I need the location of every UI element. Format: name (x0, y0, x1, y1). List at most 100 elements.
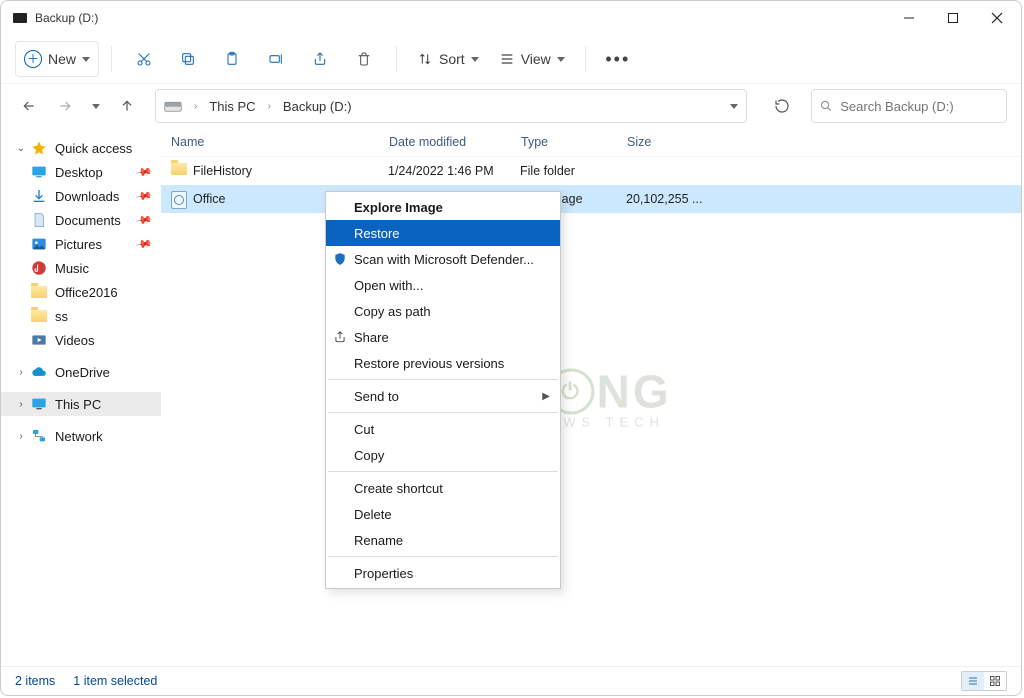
breadcrumb-backup-d[interactable]: Backup (D:) (283, 99, 352, 114)
spacer (1, 352, 161, 360)
address-bar[interactable]: › This PC › Backup (D:) (155, 89, 747, 123)
view-list-icon (499, 51, 515, 67)
ctx-create-shortcut[interactable]: Create shortcut (326, 475, 560, 501)
ctx-send-to[interactable]: Send to ▶ (326, 383, 560, 409)
sidebar-onedrive[interactable]: › OneDrive (1, 360, 161, 384)
view-button[interactable]: View (491, 42, 573, 76)
new-button[interactable]: ＋ New (15, 41, 99, 77)
sidebar-label: Office2016 (55, 285, 118, 300)
file-rows: FileHistory 1/24/2022 1:46 PM File folde… (161, 157, 1021, 213)
expander-icon[interactable]: ⌄ (15, 143, 27, 154)
search-box[interactable] (811, 89, 1007, 123)
sidebar-desktop[interactable]: Desktop 📌 (1, 160, 161, 184)
plus-icon: ＋ (24, 50, 42, 68)
share-icon (312, 51, 328, 67)
sidebar-ss[interactable]: ss (1, 304, 161, 328)
ctx-scan-defender[interactable]: Scan with Microsoft Defender... (326, 246, 560, 272)
col-type[interactable]: Type (521, 135, 627, 149)
grid-view-icon (989, 675, 1001, 687)
navigation-pane[interactable]: ⌄ Quick access Desktop 📌 Downloads 📌 Doc… (1, 128, 161, 666)
menu-separator (328, 379, 558, 380)
app-icon (13, 13, 27, 23)
scissors-icon (136, 51, 152, 67)
expander-icon[interactable]: › (15, 367, 27, 378)
sidebar-music[interactable]: Music (1, 256, 161, 280)
ctx-restore-previous[interactable]: Restore previous versions (326, 350, 560, 376)
separator (585, 46, 586, 72)
refresh-button[interactable] (767, 91, 797, 121)
spacer (1, 416, 161, 424)
star-icon (31, 140, 47, 156)
sidebar-videos[interactable]: Videos (1, 328, 161, 352)
delete-button[interactable] (344, 42, 384, 76)
recent-locations-button[interactable] (87, 92, 105, 120)
ctx-explore-image[interactable]: Explore Image (326, 194, 560, 220)
ctx-restore[interactable]: Restore (326, 220, 560, 246)
folder-icon (171, 163, 187, 179)
file-type: File folder (520, 164, 626, 178)
file-row[interactable]: FileHistory 1/24/2022 1:46 PM File folde… (161, 157, 1021, 185)
maximize-button[interactable] (931, 1, 975, 35)
expander-icon[interactable]: › (15, 431, 27, 442)
paste-button[interactable] (212, 42, 252, 76)
share-button[interactable] (300, 42, 340, 76)
submenu-arrow-icon: ▶ (542, 391, 550, 402)
sort-button[interactable]: Sort (409, 42, 487, 76)
ctx-delete[interactable]: Delete (326, 501, 560, 527)
body: ⌄ Quick access Desktop 📌 Downloads 📌 Doc… (1, 128, 1021, 666)
sidebar-network[interactable]: › Network (1, 424, 161, 448)
ctx-copy-as-path[interactable]: Copy as path (326, 298, 560, 324)
expander-icon[interactable]: › (15, 399, 27, 410)
sidebar-this-pc[interactable]: › This PC (1, 392, 161, 416)
sidebar-office2016[interactable]: Office2016 (1, 280, 161, 304)
details-view-button[interactable] (962, 672, 984, 690)
title-bar: Backup (D:) (1, 1, 1021, 35)
search-input[interactable] (838, 98, 998, 115)
forward-button[interactable] (51, 92, 79, 120)
window-controls (887, 1, 1019, 35)
file-explorer-window: Backup (D:) ＋ New (0, 0, 1022, 696)
watermark-text: NG (597, 365, 672, 419)
context-menu: Explore Image Restore Scan with Microsof… (325, 191, 561, 589)
breadcrumb-separator: › (268, 101, 271, 112)
ctx-rename[interactable]: Rename (326, 527, 560, 553)
sidebar-documents[interactable]: Documents 📌 (1, 208, 161, 232)
sidebar-label: Desktop (55, 165, 103, 180)
close-button[interactable] (975, 1, 1019, 35)
new-label: New (48, 51, 76, 67)
more-button[interactable]: ••• (598, 42, 638, 76)
chevron-down-icon[interactable] (730, 104, 738, 109)
sidebar-downloads[interactable]: Downloads 📌 (1, 184, 161, 208)
status-bar: 2 items 1 item selected (1, 666, 1021, 695)
cut-button[interactable] (124, 42, 164, 76)
sidebar-label: Downloads (55, 189, 119, 204)
thumbnails-view-button[interactable] (984, 672, 1006, 690)
ctx-share[interactable]: Share (326, 324, 560, 350)
back-button[interactable] (15, 92, 43, 120)
ctx-copy[interactable]: Copy (326, 442, 560, 468)
share-icon (332, 329, 348, 345)
copy-button[interactable] (168, 42, 208, 76)
minimize-button[interactable] (887, 1, 931, 35)
breadcrumb-this-pc[interactable]: This PC (209, 99, 255, 114)
spacer (1, 384, 161, 392)
view-label: View (521, 51, 551, 67)
ctx-open-with[interactable]: Open with... (326, 272, 560, 298)
breadcrumb-separator: › (194, 101, 197, 112)
sidebar-quick-access[interactable]: ⌄ Quick access (1, 136, 161, 160)
chevron-down-icon (471, 57, 479, 62)
rename-button[interactable] (256, 42, 296, 76)
monitor-icon (31, 396, 47, 412)
ctx-cut[interactable]: Cut (326, 416, 560, 442)
col-name[interactable]: Name (171, 135, 389, 149)
pin-icon: 📌 (135, 187, 154, 206)
column-headers: Name Date modified Type Size (161, 128, 1021, 157)
up-button[interactable] (113, 92, 141, 120)
col-date[interactable]: Date modified (389, 135, 521, 149)
separator (111, 46, 112, 72)
ctx-properties[interactable]: Properties (326, 560, 560, 586)
sidebar-pictures[interactable]: Pictures 📌 (1, 232, 161, 256)
copy-icon (180, 51, 196, 67)
file-row[interactable]: Office 10/17/2021 11:33 PM Disk Image 20… (161, 185, 1021, 213)
col-size[interactable]: Size (627, 135, 737, 149)
